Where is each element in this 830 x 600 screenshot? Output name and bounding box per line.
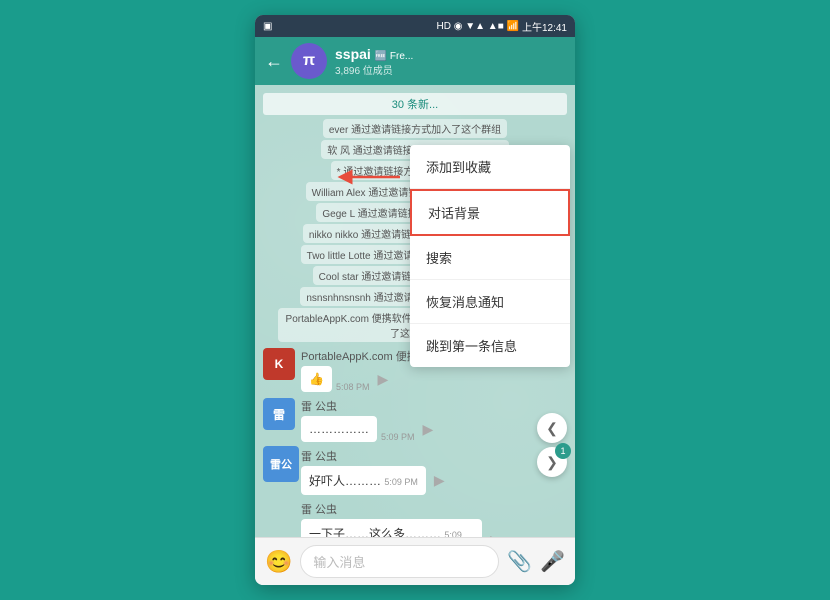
menu-item-restore-notifications[interactable]: 恢复消息通知 [410, 280, 570, 324]
chat-area[interactable]: 30 条新... ever 通过邀请链接方式加入了这个群组 软 风 通过邀请链接… [255, 85, 575, 537]
avatar-portable: K [263, 348, 295, 380]
sender-name-4: 雷 公虫 [301, 501, 501, 517]
status-time: 上午12:41 [522, 19, 567, 34]
scroll-down-button[interactable]: ❯ 1 [537, 447, 567, 477]
menu-item-search[interactable]: 搜索 [410, 236, 570, 280]
dropdown-menu: 添加到收藏 对话背景 搜索 恢复消息通知 跳到第一条信息 [410, 145, 570, 367]
scroll-left-button[interactable]: ❮ [537, 413, 567, 443]
message-time-1: 5:08 PM [336, 382, 370, 392]
message-time-2: 5:09 PM [381, 432, 415, 442]
status-icon: ▣ [263, 21, 272, 32]
status-bar: ▣ HD ◉ ▼▲ ▲■ 📶 上午12:41 [255, 15, 575, 37]
bubble-wrap-2: 雷 公虫 …………… 5:09 PM ▶ [301, 398, 433, 442]
phone-container: ▣ HD ◉ ▼▲ ▲■ 📶 上午12:41 ← π sspai 🆓 Fre..… [255, 15, 575, 585]
bubble-wrap-4: 雷 公虫 一下子……这么多……… 5:09 PM ▶ [301, 501, 501, 537]
scroll-fab: ❮ ❯ 1 [537, 413, 567, 477]
input-bar: 😊 输入消息 📎 🎤 [255, 537, 575, 585]
system-msg-1: ever 通过邀请链接方式加入了这个群组 [263, 119, 567, 138]
input-placeholder: 输入消息 [313, 555, 365, 570]
chat-header: ← π sspai 🆓 Fre... 3,896 位成员 [255, 37, 575, 85]
group-name: sspai 🆓 Fre... [335, 46, 565, 62]
forward-button-1[interactable]: ▶ [377, 371, 388, 388]
group-avatar: π [291, 43, 327, 79]
message-bubble-3: 好吓人……… 5:09 PM [301, 466, 426, 495]
forward-button-3[interactable]: ▶ [434, 472, 445, 489]
message-bubble-1: 👍 [301, 366, 332, 392]
message-row-3: 雷 雷 公虫 好吓人……… 5:09 PM ▶ [263, 448, 567, 495]
status-left: ▣ [263, 21, 272, 32]
forward-button-4[interactable]: ▶ [490, 532, 501, 537]
sender-name-2: 雷 公虫 [301, 398, 433, 414]
header-info: sspai 🆓 Fre... 3,896 位成员 [335, 46, 565, 77]
back-button[interactable]: ← [265, 51, 283, 72]
menu-item-chat-background[interactable]: 对话背景 [410, 189, 570, 236]
mic-button[interactable]: 🎤 [540, 549, 565, 574]
member-count: 3,896 位成员 [335, 62, 565, 77]
new-messages-bar: 30 条新... [263, 93, 567, 115]
message-row-2: 雷 雷 公虫 …………… 5:09 PM ▶ [263, 398, 567, 442]
message-row-4: 雷 公虫 一下子……这么多……… 5:09 PM ▶ [263, 501, 567, 537]
message-input[interactable]: 输入消息 [300, 545, 499, 578]
avatar-lei-1: 雷 [263, 398, 295, 430]
unread-badge: 1 [555, 443, 571, 459]
bottom-user-avatar: 雷公 [263, 446, 299, 482]
message-bubble-2: …………… [301, 416, 377, 442]
bubble-wrap-3: 雷 公虫 好吓人……… 5:09 PM ▶ [301, 448, 445, 495]
forward-button-2[interactable]: ▶ [423, 421, 434, 438]
status-network: HD ◉ ▼▲ ▲■ 📶 [437, 21, 519, 32]
menu-item-jump-first[interactable]: 跳到第一条信息 [410, 324, 570, 367]
sender-name-3: 雷 公虫 [301, 448, 445, 464]
attach-button[interactable]: 📎 [507, 549, 532, 574]
message-bubble-4: 一下子……这么多……… 5:09 PM [301, 519, 482, 537]
menu-item-add-favorites[interactable]: 添加到收藏 [410, 145, 570, 189]
status-right: HD ◉ ▼▲ ▲■ 📶 上午12:41 [437, 19, 568, 34]
emoji-button[interactable]: 😊 [265, 549, 292, 575]
